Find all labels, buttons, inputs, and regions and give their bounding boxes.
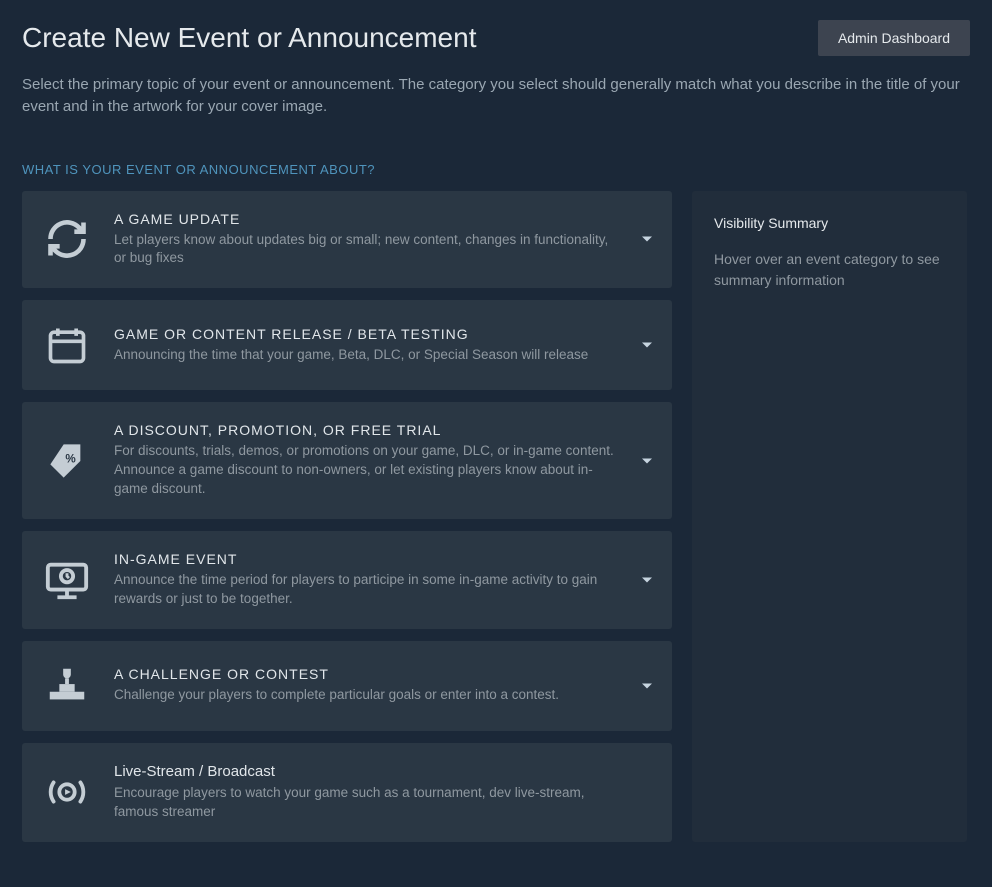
refresh-icon (42, 214, 92, 264)
chevron-down-icon (642, 343, 652, 348)
category-livestream[interactable]: Live-Stream / Broadcast Encourage player… (22, 743, 672, 842)
category-desc: Announcing the time that your game, Beta… (114, 346, 622, 365)
category-title: A CHALLENGE OR CONTEST (114, 666, 622, 682)
sidebar-title: Visibility Summary (714, 215, 945, 231)
category-game-update[interactable]: A GAME UPDATE Let players know about upd… (22, 191, 672, 289)
category-desc: For discounts, trials, demos, or promoti… (114, 442, 622, 499)
category-discount-promo[interactable]: % A DISCOUNT, PROMOTION, OR FREE TRIAL F… (22, 402, 672, 519)
category-ingame-event[interactable]: IN-GAME EVENT Announce the time period f… (22, 531, 672, 629)
chevron-down-icon (642, 577, 652, 582)
chevron-down-icon (642, 458, 652, 463)
category-desc: Let players know about updates big or sm… (114, 231, 622, 269)
page-description: Select the primary topic of your event o… (22, 74, 962, 118)
trophy-podium-icon (42, 661, 92, 711)
svg-text:%: % (65, 452, 76, 465)
calendar-icon (42, 320, 92, 370)
category-list: A GAME UPDATE Let players know about upd… (22, 191, 672, 842)
sidebar-desc: Hover over an event category to see summ… (714, 249, 945, 291)
category-title: IN-GAME EVENT (114, 551, 622, 567)
category-desc: Announce the time period for players to … (114, 571, 622, 609)
broadcast-icon (42, 767, 92, 817)
page-title: Create New Event or Announcement (22, 22, 476, 54)
category-title: A DISCOUNT, PROMOTION, OR FREE TRIAL (114, 422, 622, 438)
section-label: WHAT IS YOUR EVENT OR ANNOUNCEMENT ABOUT… (22, 162, 970, 177)
category-desc: Challenge your players to complete parti… (114, 686, 622, 705)
visibility-summary-panel: Visibility Summary Hover over an event c… (692, 191, 967, 842)
category-release-beta[interactable]: GAME OR CONTENT RELEASE / BETA TESTING A… (22, 300, 672, 390)
category-challenge-contest[interactable]: A CHALLENGE OR CONTEST Challenge your pl… (22, 641, 672, 731)
admin-dashboard-button[interactable]: Admin Dashboard (818, 20, 970, 56)
monitor-clock-icon (42, 555, 92, 605)
tag-icon: % (42, 436, 92, 486)
category-title: GAME OR CONTENT RELEASE / BETA TESTING (114, 326, 622, 342)
chevron-down-icon (642, 237, 652, 242)
category-title: A GAME UPDATE (114, 211, 622, 227)
chevron-down-icon (642, 683, 652, 688)
category-desc: Encourage players to watch your game suc… (114, 784, 622, 822)
category-title: Live-Stream / Broadcast (114, 763, 622, 780)
